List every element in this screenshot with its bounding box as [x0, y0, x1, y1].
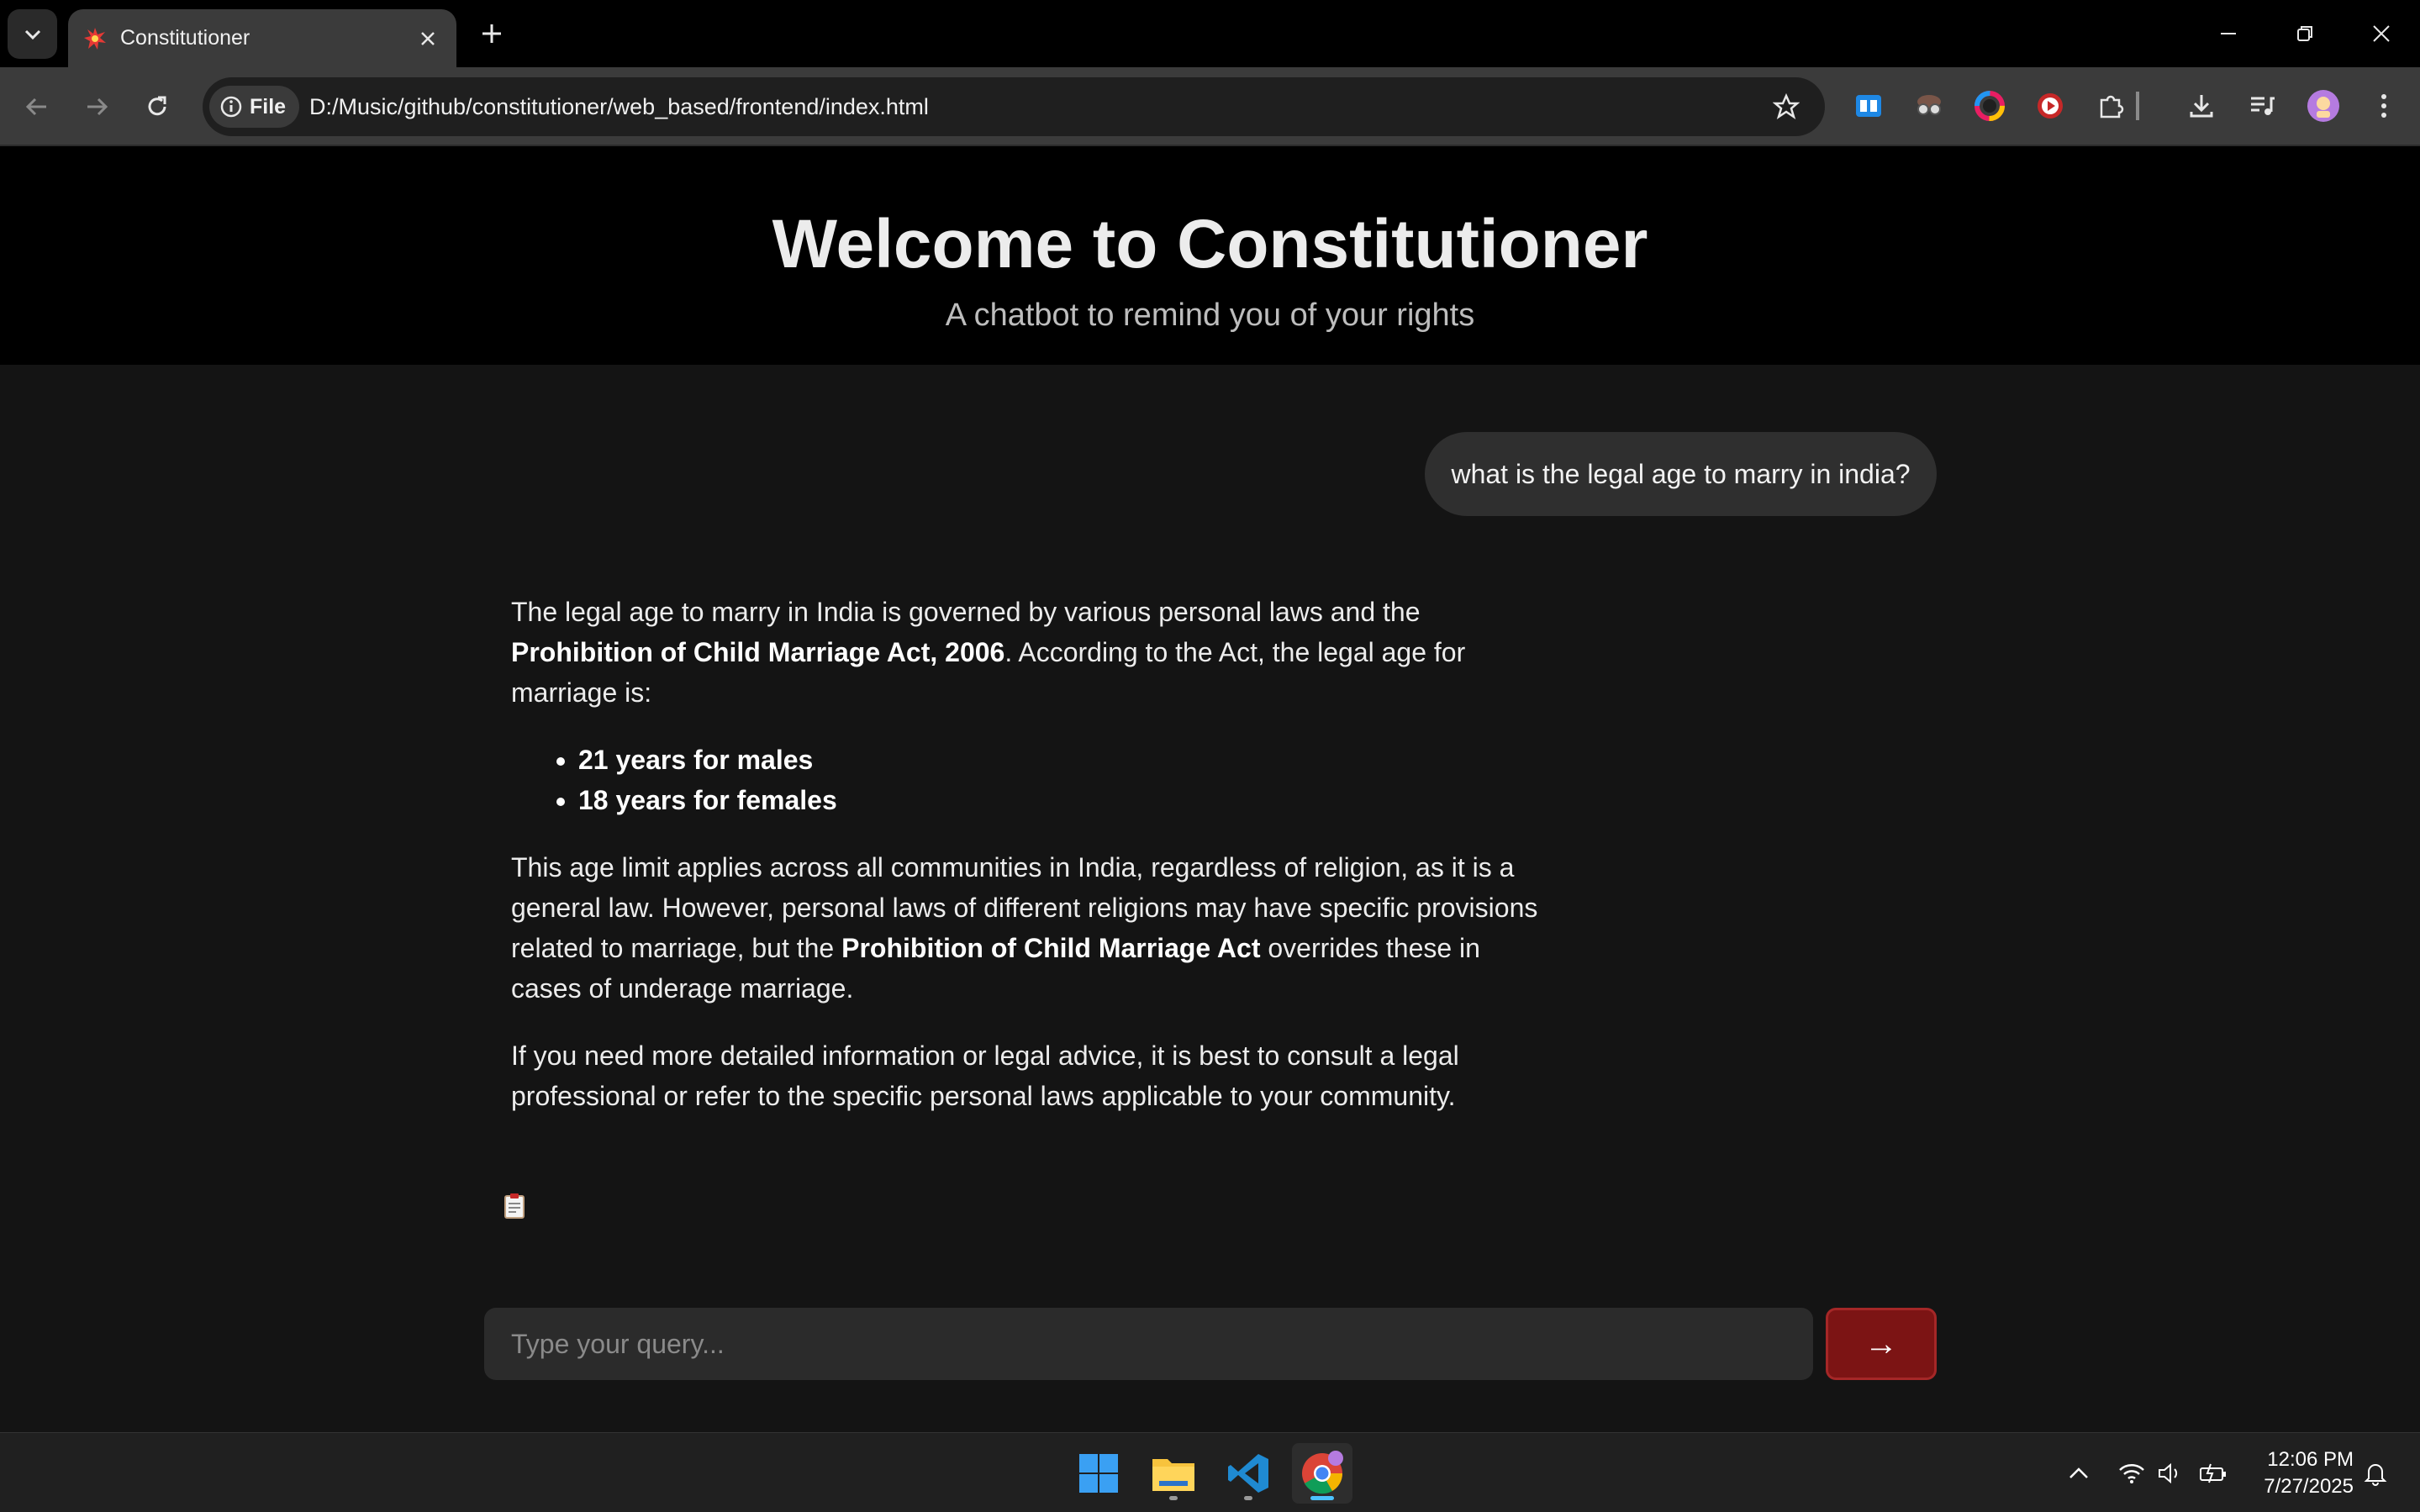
running-indicator [1244, 1496, 1252, 1500]
tab-search-button[interactable] [8, 9, 57, 59]
extensions-puzzle-icon[interactable] [2093, 87, 2130, 124]
taskbar: 12:06 PM 7/27/2025 [0, 1432, 2420, 1512]
list-item: 18 years for females [578, 780, 1545, 820]
browser-tab[interactable]: Constitutioner [68, 9, 456, 67]
url-text: D:/Music/github/constitutioner/web_based… [309, 94, 929, 119]
notification-bell-icon[interactable] [2360, 1458, 2391, 1488]
system-clock[interactable]: 12:06 PM 7/27/2025 [2244, 1446, 2354, 1500]
downloads-icon[interactable] [2183, 87, 2220, 124]
bot-text: The legal age to marry in India is gover… [511, 597, 1421, 627]
color-picker-extension-icon[interactable] [1971, 87, 2008, 124]
start-button[interactable] [1068, 1443, 1129, 1504]
page-title: Welcome to Constitutioner [772, 206, 1648, 282]
clipboard-icon[interactable] [503, 1193, 526, 1220]
explosion-icon [83, 27, 107, 50]
file-explorer-button[interactable] [1143, 1443, 1204, 1504]
query-input[interactable] [484, 1308, 1813, 1380]
active-indicator [1310, 1496, 1334, 1500]
user-message-bubble: what is the legal age to marry in india? [1425, 432, 1937, 516]
battery-icon[interactable] [2198, 1458, 2228, 1488]
chrome-icon [1302, 1451, 1343, 1494]
minimize-button[interactable] [2203, 8, 2254, 59]
plus-icon [482, 24, 501, 43]
reload-icon [148, 96, 166, 116]
arrow-left-icon [25, 97, 46, 116]
media-controls-icon[interactable] [2243, 87, 2280, 124]
restore-icon [2297, 26, 2312, 41]
new-tab-button[interactable] [473, 15, 510, 52]
star-icon [1773, 93, 1800, 119]
folder-icon [1152, 1459, 1194, 1491]
clock-date: 7/27/2025 [2264, 1475, 2354, 1498]
list-item: 21 years for males [578, 740, 1545, 780]
windows-icon [1079, 1454, 1118, 1493]
close-window-button[interactable] [2356, 8, 2407, 59]
page-subtitle: A chatbot to remind you of your rights [945, 298, 1475, 333]
bot-bold-text: Prohibition of Child Marriage Act [841, 933, 1261, 963]
chrome-button[interactable] [1292, 1443, 1352, 1504]
reader-extension-icon[interactable] [1850, 87, 1887, 124]
bookmark-button[interactable] [1768, 88, 1805, 125]
chat-area[interactable]: what is the legal age to marry in india?… [0, 365, 2420, 1432]
minimize-icon [2221, 33, 2236, 34]
close-icon [2373, 25, 2390, 42]
profile-avatar-icon[interactable] [2305, 87, 2342, 124]
bot-age-list: 21 years for males 18 years for females [511, 740, 1545, 820]
running-indicator [1169, 1496, 1178, 1500]
recorder-extension-icon[interactable] [2032, 87, 2069, 124]
more-vert-icon [2381, 94, 2386, 118]
back-button[interactable] [15, 85, 59, 129]
bot-paragraph-3: If you need more detailed information or… [511, 1040, 1459, 1111]
vscode-icon [1228, 1454, 1268, 1493]
bot-paragraph-2: This age limit applies across all commun… [511, 847, 1545, 1009]
site-info-chip[interactable]: File [209, 86, 300, 128]
browser-tab-strip: Constitutioner [0, 0, 2420, 67]
reload-button[interactable] [135, 85, 179, 129]
arrow-right-icon [87, 97, 108, 116]
chevron-down-icon [24, 29, 40, 40]
tab-title: Constitutioner [120, 26, 250, 50]
page-header: Welcome to Constitutioner A chatbot to r… [0, 146, 2420, 365]
bot-message: The legal age to marry in India is gover… [511, 592, 1545, 1143]
restore-button[interactable] [2280, 8, 2330, 59]
toolbar-divider [2136, 92, 2139, 120]
chevron-up-icon[interactable] [2064, 1458, 2094, 1488]
info-icon [220, 96, 242, 118]
browser-menu-button[interactable] [2365, 87, 2402, 124]
bot-bold-text: Prohibition of Child Marriage Act, 2006 [511, 637, 1005, 667]
forward-button[interactable] [75, 85, 119, 129]
spy-extension-icon[interactable] [1911, 87, 1948, 124]
wifi-icon[interactable] [2117, 1458, 2147, 1488]
send-button[interactable]: → [1826, 1308, 1937, 1380]
vscode-button[interactable] [1218, 1443, 1279, 1504]
site-chip-label: File [250, 94, 287, 119]
close-tab-icon[interactable] [414, 25, 441, 52]
volume-icon[interactable] [2155, 1458, 2185, 1488]
clock-time: 12:06 PM [2267, 1448, 2354, 1471]
bot-paragraph-1: The legal age to marry in India is gover… [511, 592, 1545, 713]
address-bar[interactable]: File D:/Music/github/constitutioner/web_… [203, 77, 1825, 136]
